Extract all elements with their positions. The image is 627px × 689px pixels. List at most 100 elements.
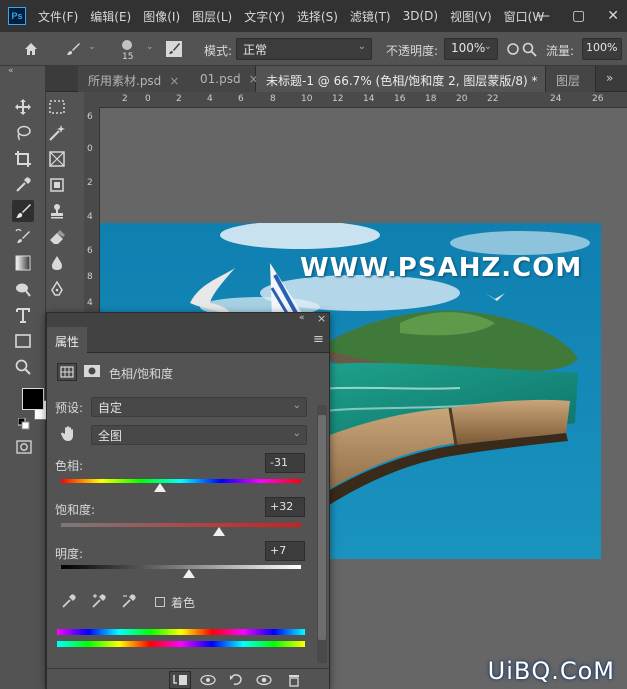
preset-label: 预设: bbox=[55, 401, 84, 415]
brush-settings-icon[interactable] bbox=[165, 40, 183, 58]
blend-mode-select[interactable]: 正常 ⌄ bbox=[236, 38, 372, 60]
eyedropper-subtract-icon[interactable] bbox=[121, 593, 137, 609]
object-selection-tool-icon[interactable] bbox=[46, 174, 68, 196]
collapse-icon[interactable]: « bbox=[8, 66, 14, 76]
blur-tool-icon[interactable] bbox=[46, 252, 68, 274]
tab-untitled-1[interactable]: 未标题-1 @ 66.7% (色相/饱和度 2, 图层蒙版/8) *× bbox=[256, 66, 556, 92]
properties-scrollbar[interactable] bbox=[317, 405, 327, 663]
ruler-tick: 26 bbox=[592, 94, 604, 104]
panel-menu-icon[interactable]: ≡ bbox=[313, 332, 324, 347]
crop-tool-icon[interactable] bbox=[12, 148, 34, 170]
chevron-down-icon: ⌄ bbox=[292, 400, 301, 411]
reset-icon[interactable] bbox=[225, 671, 247, 689]
hue-value-field[interactable]: -31 bbox=[265, 453, 305, 473]
preset-value: 自定 bbox=[98, 401, 123, 415]
ruler-tick: 14 bbox=[363, 94, 375, 104]
dodge-tool-icon[interactable] bbox=[12, 278, 34, 300]
gradient-tool-icon[interactable] bbox=[12, 252, 34, 274]
close-panel-icon[interactable]: × bbox=[317, 312, 326, 325]
tab-properties[interactable]: 属性 bbox=[47, 327, 88, 353]
tab-layers[interactable]: 图层 bbox=[546, 66, 596, 92]
brush-tool-icon[interactable] bbox=[12, 200, 34, 222]
menu-3d[interactable]: 3D(D) bbox=[403, 9, 438, 23]
vertical-ruler[interactable]: 6 0 2 4 6 8 4 bbox=[84, 108, 100, 318]
document-tabs: 所用素材.psd × 01.psd × 未标题-1 @ 66.7% (色相/饱和度 … bbox=[0, 66, 627, 92]
close-tab-icon[interactable]: × bbox=[169, 74, 179, 88]
layer-mask-icon[interactable] bbox=[83, 363, 103, 381]
colorize-checkbox[interactable] bbox=[155, 597, 165, 607]
saturation-value-field[interactable]: +32 bbox=[265, 497, 305, 517]
menu-type[interactable]: 文字(Y) bbox=[244, 8, 285, 25]
menu-filter[interactable]: 滤镜(T) bbox=[350, 8, 391, 25]
tab-01-psd[interactable]: 01.psd × bbox=[190, 66, 259, 92]
brush-picker-chevron-icon[interactable]: ⌄ bbox=[146, 42, 154, 52]
horizontal-ruler[interactable]: 2 0 2 4 6 8 10 12 14 16 18 20 22 24 26 bbox=[100, 92, 627, 108]
blend-mode-value: 正常 bbox=[243, 43, 268, 57]
ruler-tick: 0 bbox=[145, 94, 151, 104]
view-previous-state-icon[interactable] bbox=[197, 671, 219, 689]
close-window-button[interactable]: ✕ bbox=[607, 8, 619, 24]
frame-tool-icon[interactable] bbox=[46, 148, 68, 170]
collapse-panel-icon[interactable]: « bbox=[299, 313, 305, 323]
saturation-slider-thumb[interactable] bbox=[213, 527, 226, 536]
history-brush-tool-icon[interactable] bbox=[12, 226, 34, 248]
lightness-value-field[interactable]: +7 bbox=[265, 541, 305, 561]
magic-wand-tool-icon[interactable] bbox=[46, 122, 68, 144]
scrollbar-thumb[interactable] bbox=[318, 415, 326, 640]
lasso-tool-icon[interactable] bbox=[12, 122, 34, 144]
hue-slider-track[interactable] bbox=[61, 479, 301, 483]
ruler-tick: 2 bbox=[122, 94, 128, 104]
opacity-field[interactable]: 100% ⌄ bbox=[444, 38, 498, 60]
channel-select[interactable]: 全图 ⌄ bbox=[91, 425, 307, 445]
default-colors-icon[interactable] bbox=[17, 417, 30, 430]
targeted-adjustment-hand-icon[interactable] bbox=[59, 425, 77, 443]
menu-file[interactable]: 文件(F) bbox=[38, 8, 78, 25]
ruler-tick: 6 bbox=[87, 246, 93, 256]
toggle-visibility-icon[interactable] bbox=[253, 671, 275, 689]
adjustment-name: 色相/饱和度 bbox=[109, 367, 174, 381]
eyedropper-icon[interactable] bbox=[61, 593, 77, 609]
menu-image[interactable]: 图像(I) bbox=[143, 8, 180, 25]
flow-field[interactable]: 100% bbox=[582, 38, 622, 60]
menu-edit[interactable]: 编辑(E) bbox=[90, 8, 131, 25]
preset-select[interactable]: 自定 ⌄ bbox=[91, 397, 307, 417]
eyedropper-tool-icon[interactable] bbox=[12, 174, 34, 196]
options-bar: ⌄ 15 ⌄ 模式: 正常 ⌄ 不透明度: 100% ⌄ 流量: 100% bbox=[0, 32, 627, 66]
search-icon[interactable] bbox=[520, 40, 538, 58]
menu-bar: Ps 文件(F) 编辑(E) 图像(I) 图层(L) 文字(Y) 选择(S) 滤… bbox=[0, 0, 627, 32]
clip-to-layer-icon[interactable] bbox=[169, 671, 191, 689]
foreground-color-swatch[interactable] bbox=[22, 388, 44, 410]
eraser-tool-icon[interactable] bbox=[46, 226, 68, 248]
lightness-slider-track[interactable] bbox=[61, 565, 301, 569]
eyedropper-add-icon[interactable] bbox=[91, 593, 107, 609]
menu-layer[interactable]: 图层(L) bbox=[192, 8, 232, 25]
menu-view[interactable]: 视图(V) bbox=[450, 8, 492, 25]
mode-label: 模式: bbox=[204, 44, 233, 58]
pen-tool-icon[interactable] bbox=[46, 278, 68, 300]
panel-drag-bar[interactable]: « × bbox=[47, 312, 329, 327]
zoom-tool-icon[interactable] bbox=[12, 356, 34, 378]
brush-size-label: 15 bbox=[122, 52, 134, 62]
move-tool-icon[interactable] bbox=[12, 96, 34, 118]
home-icon[interactable] bbox=[22, 40, 40, 58]
photoshop-logo[interactable]: Ps bbox=[8, 7, 26, 25]
trash-icon[interactable] bbox=[283, 671, 305, 689]
ruler-corner[interactable] bbox=[84, 92, 100, 108]
lightness-slider-thumb[interactable] bbox=[183, 569, 196, 578]
restore-button[interactable]: ▢ bbox=[572, 8, 585, 24]
tabs-overflow-icon[interactable]: » bbox=[606, 71, 613, 85]
marquee-tool-icon[interactable] bbox=[46, 96, 68, 118]
type-tool-icon[interactable] bbox=[12, 304, 34, 326]
tool-preset-chevron-icon[interactable]: ⌄ bbox=[88, 42, 96, 52]
adjustment-type-icon[interactable] bbox=[57, 363, 77, 381]
flow-value: 100% bbox=[586, 41, 618, 54]
minimize-button[interactable]: — bbox=[536, 8, 550, 24]
shape-tool-icon[interactable] bbox=[12, 330, 34, 352]
quick-mask-icon[interactable] bbox=[16, 440, 32, 454]
menu-select[interactable]: 选择(S) bbox=[297, 8, 338, 25]
ruler-tick: 4 bbox=[207, 94, 213, 104]
saturation-slider-track[interactable] bbox=[61, 523, 301, 527]
stamp-tool-icon[interactable] bbox=[46, 200, 68, 222]
brush-tool-icon[interactable] bbox=[64, 40, 82, 58]
hue-slider-thumb[interactable] bbox=[154, 483, 167, 492]
